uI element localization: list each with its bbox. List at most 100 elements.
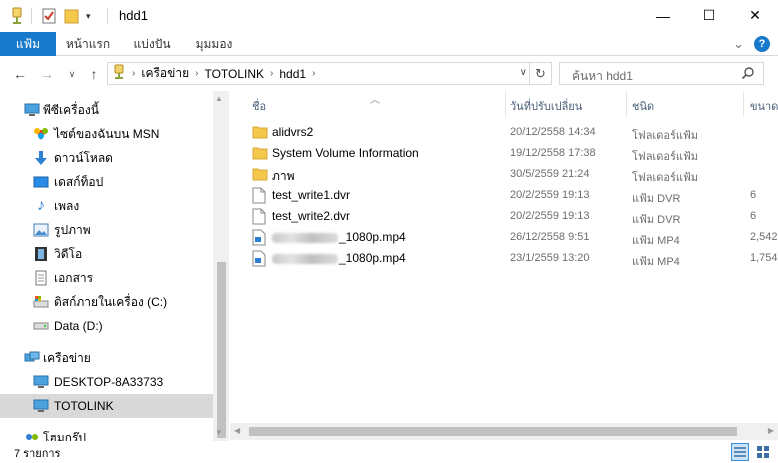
horizontal-scrollbar-thumb[interactable] [249, 427, 737, 436]
nav-scrollbar-thumb[interactable] [217, 262, 226, 438]
minimize-button[interactable]: — [640, 0, 686, 31]
pictures-icon [33, 222, 49, 238]
up-icon[interactable]: ↑ [84, 64, 104, 84]
file-icon [252, 208, 268, 225]
scroll-down-icon[interactable]: ▼ [215, 428, 223, 437]
search-icon[interactable] [741, 66, 755, 83]
breadcrumb-hdd1[interactable]: hdd1 [279, 67, 306, 81]
nav-item-msn[interactable]: ไซต์ของฉันบน MSN [0, 122, 213, 146]
address-row: ← → ∨ ↑ › เครือข่าย › TOTOLINK › hdd1 › … [0, 57, 778, 91]
nav-item-music[interactable]: ♪ เพลง [0, 194, 213, 218]
nav-item-data-drive[interactable]: Data (D:) [0, 314, 213, 338]
column-divider[interactable] [743, 91, 744, 117]
maximize-button[interactable]: ☐ [686, 0, 732, 31]
table-row[interactable]: System Volume Information 19/12/2558 17:… [230, 143, 778, 164]
properties-icon[interactable] [9, 7, 25, 25]
breadcrumb-network[interactable]: เครือข่าย [141, 64, 189, 83]
forward-icon[interactable]: → [37, 64, 57, 84]
title-bar: ▾ hdd1 — ☐ ✕ [0, 0, 778, 32]
breadcrumb-separator-icon[interactable]: › [312, 68, 315, 79]
network-location-icon [112, 64, 126, 83]
breadcrumb-separator-icon[interactable]: › [195, 68, 198, 79]
file-icon [252, 187, 268, 204]
file-list: ︿ ชื่อ วันที่ปรับเปลี่ยน ชนิด ขนาด alidv… [230, 91, 778, 441]
msn-icon [33, 126, 49, 142]
ribbon-tabs: แฟ้ม หน้าแรก แบ่งปัน มุมมอง ⌄ ? [0, 32, 778, 56]
download-icon [33, 150, 49, 166]
network-icon [24, 350, 40, 366]
video-file-icon [252, 250, 268, 267]
status-bar: 7 รายการ [0, 441, 778, 463]
nav-item-pictures[interactable]: รูปภาพ [0, 218, 213, 242]
new-folder-icon[interactable] [64, 7, 80, 25]
tab-home[interactable]: หน้าแรก [62, 32, 114, 56]
search-placeholder: ค้นหา hdd1 [572, 69, 633, 83]
nav-item-desktop-8a33733[interactable]: DESKTOP-8A33733 [0, 370, 213, 394]
window-title: hdd1 [119, 8, 148, 23]
properties-check-icon[interactable] [41, 7, 57, 25]
network-computer-icon [33, 398, 49, 414]
column-header-date[interactable]: วันที่ปรับเปลี่ยน [510, 97, 582, 115]
column-header-size[interactable]: ขนาด [750, 97, 778, 115]
blurred-filename [272, 232, 338, 243]
sort-ascending-icon: ︿ [370, 95, 380, 106]
desktop-icon [33, 174, 49, 190]
table-row[interactable]: alidvrs2 20/12/2558 14:34 โฟลเดอร์แฟ้ม [230, 122, 778, 143]
table-row[interactable]: test_write2.dvr 20/2/2559 19:13 แฟ้ม DVR… [230, 206, 778, 227]
large-icons-view-icon[interactable] [754, 443, 772, 461]
tab-share[interactable]: แบ่งปัน [130, 32, 174, 56]
nav-item-this-pc[interactable]: พีซีเครื่องนี้ [0, 98, 213, 122]
nav-item-homegroup[interactable]: โฮมกรุ๊ป [0, 426, 213, 441]
address-bar[interactable]: › เครือข่าย › TOTOLINK › hdd1 › ∨ ↻ [107, 62, 552, 85]
local-disk-icon [33, 294, 49, 310]
breadcrumb-totolink[interactable]: TOTOLINK [204, 67, 264, 81]
recent-locations-icon[interactable]: ∨ [62, 64, 82, 84]
column-header-type[interactable]: ชนิด [632, 97, 654, 115]
computer-icon [24, 102, 40, 118]
video-file-icon [252, 229, 268, 246]
item-count: 7 รายการ [14, 448, 61, 460]
nav-item-documents[interactable]: เอกสาร [0, 266, 213, 290]
back-icon[interactable]: ← [10, 64, 30, 84]
expand-ribbon-icon[interactable]: ⌄ [733, 36, 744, 52]
folder-icon [252, 124, 268, 141]
nav-item-totolink[interactable]: TOTOLINK [0, 394, 213, 418]
tab-view[interactable]: มุมมอง [190, 32, 238, 56]
table-row[interactable]: _1080p.mp4 26/12/2558 9:51 แฟ้ม MP4 2,54… [230, 227, 778, 248]
breadcrumb-separator-icon[interactable]: › [132, 68, 135, 79]
customize-toolbar-icon[interactable]: ▾ [86, 7, 91, 25]
table-row[interactable]: ภาพ 30/5/2559 21:24 โฟลเดอร์แฟ้ม [230, 164, 778, 185]
table-row[interactable]: _1080p.mp4 23/1/2559 13:20 แฟ้ม MP4 1,75… [230, 248, 778, 269]
tab-file[interactable]: แฟ้ม [0, 32, 56, 56]
address-dropdown-icon[interactable]: ∨ [520, 67, 527, 78]
file-list-horizontal-scrollbar[interactable]: ◀ ▶ [230, 423, 778, 440]
nav-item-local-disk[interactable]: ดิสก์ภายในเครื่อง (C:) [0, 290, 213, 314]
scroll-up-icon[interactable]: ▲ [215, 94, 223, 103]
nav-item-downloads[interactable]: ดาวน์โหลด [0, 146, 213, 170]
documents-icon [33, 270, 49, 286]
navigation-pane: พีซีเครื่องนี้ ไซต์ของฉันบน MSN ดาวน์โหล… [0, 91, 229, 441]
table-row[interactable]: test_write1.dvr 20/2/2559 19:13 แฟ้ม DVR… [230, 185, 778, 206]
nav-item-videos[interactable]: วิดีโอ [0, 242, 213, 266]
search-input[interactable]: ค้นหา hdd1 [559, 62, 764, 85]
column-divider[interactable] [626, 91, 627, 117]
drive-icon [33, 318, 49, 334]
music-icon: ♪ [37, 197, 45, 214]
homegroup-icon [24, 430, 40, 441]
breadcrumb-separator-icon[interactable]: › [270, 68, 273, 79]
blurred-filename [272, 253, 338, 264]
column-divider[interactable] [505, 91, 506, 117]
refresh-icon[interactable]: ↻ [529, 63, 551, 84]
details-view-icon[interactable] [731, 443, 749, 461]
nav-item-network[interactable]: เครือข่าย [0, 346, 213, 370]
folder-icon [252, 166, 268, 183]
folder-icon [252, 145, 268, 162]
scroll-left-icon[interactable]: ◀ [234, 426, 240, 435]
help-icon[interactable]: ? [754, 36, 770, 52]
scroll-right-icon[interactable]: ▶ [768, 426, 774, 435]
video-icon [33, 246, 49, 262]
close-button[interactable]: ✕ [732, 0, 778, 31]
network-computer-icon [33, 374, 49, 390]
column-header-name[interactable]: ชื่อ [252, 97, 266, 115]
nav-item-desktop[interactable]: เดสก์ท็อป [0, 170, 213, 194]
